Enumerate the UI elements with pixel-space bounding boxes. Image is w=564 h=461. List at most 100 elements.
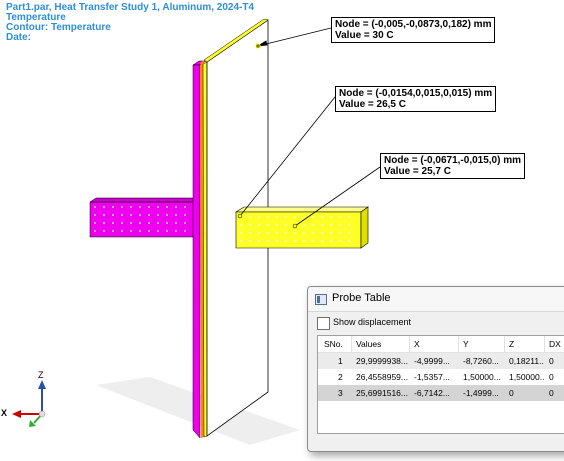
probe-table-grid[interactable]: SNo. Values X Y Z DX 1 29,9999938... -4,… [317, 335, 564, 434]
left-magenta-bar [89, 197, 197, 238]
mesh-node-dot [339, 224, 341, 226]
mesh-node-dot [240, 224, 242, 226]
mesh-node-dot [285, 224, 287, 226]
table-cell: 2 [338, 372, 343, 382]
table-cell: 0 [549, 372, 554, 382]
mesh-node-dot [258, 232, 260, 234]
mesh-node-dot [312, 224, 314, 226]
mesh-node-dot [139, 214, 141, 216]
mesh-node-dot [285, 216, 287, 218]
table-cell: 3 [338, 388, 343, 398]
table-cell: 0 [549, 388, 554, 398]
probe-callout-2[interactable]: Node = (-0,0154,0,015,0,015) mm Value = … [335, 86, 497, 112]
mesh-node-dot [330, 216, 332, 218]
mesh-node-dot [312, 216, 314, 218]
date-label: Date: [6, 32, 32, 43]
mesh-node-dot [276, 216, 278, 218]
mesh-node-dot [103, 206, 105, 208]
mesh-node-dot [112, 222, 114, 224]
mesh-node-dot [276, 240, 278, 242]
table-row[interactable]: 3 25,6991516... -6,7142... -1,4999... 0 … [318, 385, 564, 401]
mesh-node-dot [267, 232, 269, 234]
table-cell: -6,7142... [414, 388, 450, 398]
mesh-node-dot [166, 206, 168, 208]
column-header[interactable]: Y [463, 339, 503, 349]
mesh-node-dot [303, 224, 305, 226]
probe-value-text: Value = 30 C [335, 30, 394, 41]
show-displacement-checkbox[interactable] [317, 317, 330, 330]
column-header[interactable]: Values [356, 339, 406, 349]
mesh-node-dot [330, 224, 332, 226]
mesh-node-dot [184, 222, 186, 224]
mesh-node-dot [312, 240, 314, 242]
probe-node-text: Node = (-0,0671,-0,015,0) mm [384, 155, 522, 166]
table-cell: 0 [549, 356, 554, 366]
mesh-node-dot [303, 232, 305, 234]
table-cell: 1 [338, 356, 343, 366]
mesh-node-dot [330, 232, 332, 234]
mesh-node-dot [321, 232, 323, 234]
probe-node-text: Node = (-0,005,-0,0873,0,182) mm [335, 19, 492, 30]
mesh-node-dot [330, 240, 332, 242]
mesh-node-dot [94, 222, 96, 224]
mesh-node-dot [112, 230, 114, 232]
mesh-node-dot [139, 230, 141, 232]
mesh-node-dot [103, 230, 105, 232]
column-header[interactable]: X [414, 339, 454, 349]
mesh-node-dot [175, 222, 177, 224]
table-cell: 26,4558959... [356, 372, 408, 382]
mesh-node-dot [267, 216, 269, 218]
probe-callout-1[interactable]: Node = (-0,005,-0,0873,0,182) mm Value =… [331, 17, 496, 43]
table-row[interactable]: 1 29,9999938... -4,9999... -8,7260... 0,… [318, 353, 564, 369]
mesh-node-dot [249, 240, 251, 242]
mesh-node-dot [157, 222, 159, 224]
mesh-node-dot [312, 232, 314, 234]
triad-x-label: X [1, 408, 8, 418]
mesh-node-dot [339, 232, 341, 234]
mesh-node-dot [276, 224, 278, 226]
probe-node-text: Node = (-0,0154,0,015,0,015) mm [339, 88, 493, 99]
probe-callout-3[interactable]: Node = (-0,0671,-0,015,0) mm Value = 25,… [380, 153, 526, 179]
mesh-node-dot [166, 214, 168, 216]
table-cell: -8,7260... [463, 356, 499, 366]
probe-table-titlebar[interactable]: Probe Table [308, 287, 564, 312]
mesh-node-dot [121, 222, 123, 224]
probe-value-text: Value = 25,7 C [384, 166, 451, 177]
triad-z-label: Z [38, 370, 44, 380]
mesh-node-dot [121, 206, 123, 208]
mesh-node-dot [94, 214, 96, 216]
mesh-node-dot [130, 214, 132, 216]
mesh-node-dot [175, 230, 177, 232]
mesh-node-dot [321, 216, 323, 218]
mesh-node-dot [267, 240, 269, 242]
mesh-node-dot [258, 240, 260, 242]
mesh-node-dot [258, 224, 260, 226]
mesh-node-dot [339, 240, 341, 242]
mesh-node-dot [249, 216, 251, 218]
column-header[interactable]: Z [509, 339, 545, 349]
mesh-node-dot [175, 214, 177, 216]
table-row[interactable]: 2 26,4558959... -1,5357... 1,50000... 1,… [318, 369, 564, 385]
probe-value-text: Value = 26,5 C [339, 99, 406, 110]
mesh-node-dot [348, 224, 350, 226]
window-title: Probe Table [332, 292, 391, 304]
mesh-node-dot [258, 216, 260, 218]
show-displacement-label: Show displacement [333, 317, 412, 327]
mesh-node-dot [285, 240, 287, 242]
probe-marker-3 [292, 223, 298, 229]
probe-table-window[interactable]: Probe Table Show displacement SNo. Value… [307, 286, 564, 452]
column-header[interactable]: DX [549, 339, 564, 349]
table-cell: -1,5357... [414, 372, 450, 382]
mesh-node-dot [157, 230, 159, 232]
mesh-node-dot [303, 216, 305, 218]
mesh-node-dot [94, 206, 96, 208]
mesh-node-dot [130, 222, 132, 224]
mesh-node-dot [130, 206, 132, 208]
mesh-node-dot [294, 216, 296, 218]
column-header[interactable]: SNo. [324, 339, 350, 349]
mesh-node-dot [148, 230, 150, 232]
table-cell: 25,6991516... [356, 388, 408, 398]
table-cell: 29,9999938... [356, 356, 408, 366]
mesh-node-dot [321, 240, 323, 242]
mesh-node-dot [139, 222, 141, 224]
